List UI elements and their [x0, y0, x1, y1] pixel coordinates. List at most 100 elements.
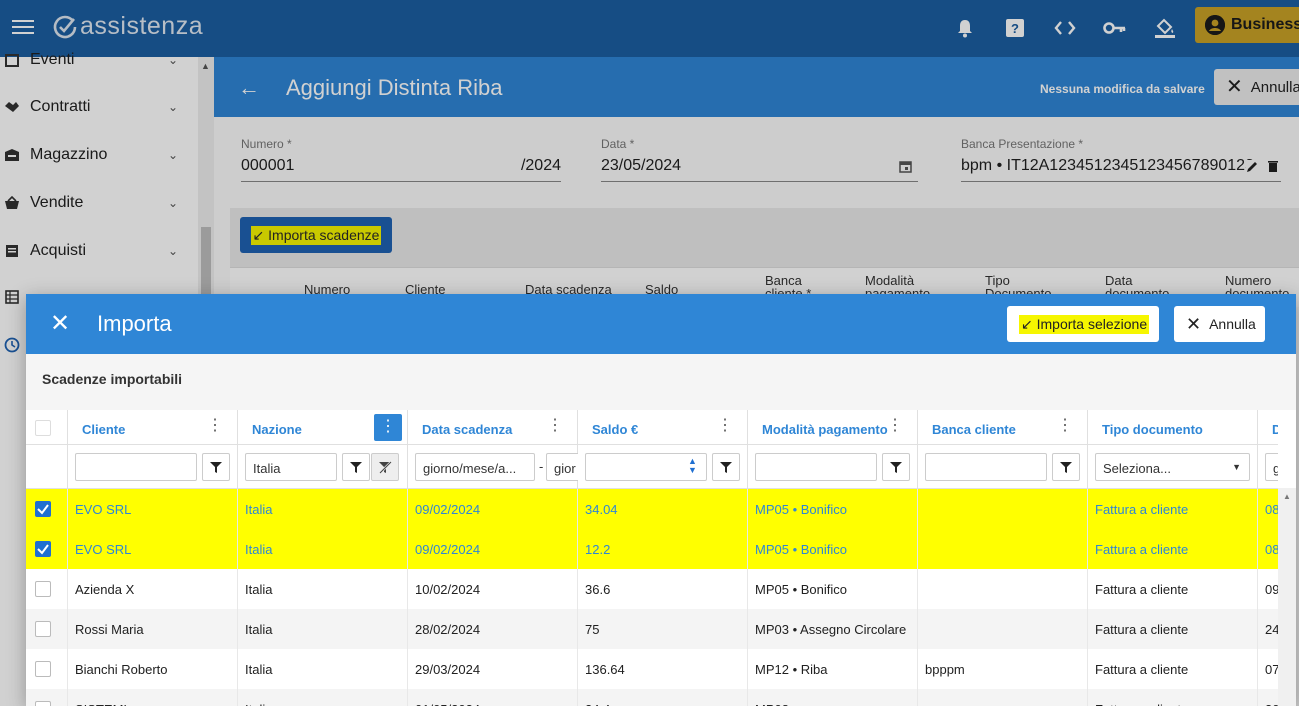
import-selection-button[interactable]: ↙ Importa selezione — [1007, 306, 1159, 342]
numero-label: Numero * — [241, 137, 292, 151]
edit-icon[interactable] — [1246, 160, 1259, 178]
import-grid: Cliente ⋮ Nazione ⋮ Data scadenza ⋮ Saldo €… — [26, 410, 1278, 706]
filter-modalita-input[interactable] — [755, 453, 877, 481]
cell-saldo: 34.04 — [578, 489, 748, 529]
data-value: 23/05/2024 — [601, 157, 682, 174]
filter-icon[interactable] — [202, 453, 230, 481]
grid-scrollbar[interactable]: ▲ — [1278, 488, 1296, 706]
filter-nazione-input[interactable]: Italia — [245, 453, 337, 481]
delete-icon[interactable] — [1267, 160, 1279, 178]
filter-icon[interactable] — [712, 453, 740, 481]
sidebar-item-eventi[interactable]: Eventi ⌄ — [0, 46, 196, 74]
filter-tipo: Seleziona... ▼ — [1088, 445, 1258, 489]
code-icon[interactable] — [1053, 16, 1077, 40]
more-vert-icon[interactable]: ⋮ — [374, 414, 402, 441]
cell-nazione: Italia — [238, 529, 408, 569]
filter-tipo-select[interactable]: Seleziona... ▼ — [1095, 453, 1250, 481]
more-vert-icon[interactable]: ⋮ — [547, 418, 563, 434]
col-saldo[interactable]: Saldo € ⋮ — [578, 410, 748, 445]
col-label: D — [1272, 422, 1278, 437]
cell-tipo: Fattura a cliente — [1088, 689, 1258, 706]
cell-saldo: 136.64 — [578, 649, 748, 689]
more-vert-icon[interactable]: ⋮ — [887, 418, 903, 434]
cell-saldo: 12.2 — [578, 529, 748, 569]
sidebar-item-magazzino[interactable]: Magazzino ⌄ — [0, 141, 196, 169]
close-icon[interactable]: ✕ — [50, 312, 70, 336]
sidebar-item-contratti[interactable]: Contratti ⌄ — [0, 93, 196, 121]
sidebar-item-vendite[interactable]: Vendite ⌄ — [0, 189, 196, 217]
check-circle-icon — [53, 15, 77, 38]
back-arrow-icon[interactable]: ← — [238, 75, 260, 101]
paint-bucket-icon[interactable] — [1153, 16, 1177, 40]
page-header: ← Aggiungi Distinta Riba Nessuna modific… — [214, 57, 1299, 117]
bell-icon[interactable] — [953, 16, 977, 40]
select-all-checkbox[interactable] — [35, 420, 51, 436]
sidebar-item-acquisti[interactable]: Acquisti ⌄ — [0, 237, 196, 265]
data-field[interactable]: Data * 23/05/2024 — [601, 137, 918, 182]
col-data-scadenza[interactable]: Data scadenza ⋮ — [408, 410, 578, 445]
table-row[interactable]: Bianchi Roberto Italia 29/03/2024 136.64 MP1… — [26, 649, 1278, 689]
cell-extra: 24 — [1258, 609, 1278, 649]
more-vert-icon[interactable]: ⋮ — [1057, 418, 1073, 434]
row-checkbox[interactable] — [35, 621, 51, 637]
row-checkbox[interactable] — [35, 701, 51, 706]
select-cell — [26, 569, 68, 609]
cell-extra: 07 — [1258, 649, 1278, 689]
modal-cancel-label: Annulla — [1209, 316, 1256, 332]
calendar-icon[interactable] — [899, 160, 912, 178]
cell-saldo: 75 — [578, 609, 748, 649]
filter-icon[interactable] — [1052, 453, 1080, 481]
number-stepper-icon[interactable]: ▲ ▼ — [688, 457, 697, 475]
filter-icon[interactable] — [882, 453, 910, 481]
col-banca[interactable]: Banca cliente ⋮ — [918, 410, 1088, 445]
menu-icon[interactable] — [12, 16, 34, 40]
key-icon[interactable] — [1103, 16, 1127, 40]
chevron-down-icon: ⌄ — [167, 100, 178, 114]
table-row[interactable]: Rossi Maria Italia 28/02/2024 75 MP03 • Asse… — [26, 609, 1278, 649]
modal-cancel-button[interactable]: ✕ Annulla — [1174, 306, 1265, 342]
logo[interactable]: assistenza — [52, 12, 203, 41]
col-modalita[interactable]: Modalità pagamento ⋮ — [748, 410, 918, 445]
table-row[interactable]: SISTEMIItalia01/05/202424.4MP08 • ... Fat… — [26, 689, 1278, 706]
numero-input[interactable]: 000001 /2024 — [241, 157, 561, 182]
col-label: Tipo documento — [1102, 422, 1203, 437]
help-icon[interactable]: ? — [1003, 16, 1027, 40]
more-vert-icon[interactable]: ⋮ — [717, 418, 733, 434]
col-tipo[interactable]: Tipo documento — [1088, 410, 1258, 445]
data-input[interactable]: 23/05/2024 — [601, 157, 918, 182]
numero-value: 000001 — [241, 157, 295, 174]
modal-title: Importa — [97, 311, 172, 336]
col-extra[interactable]: D — [1258, 410, 1278, 445]
scroll-up-icon[interactable]: ▲ — [1283, 492, 1291, 501]
row-checkbox[interactable] — [35, 661, 51, 677]
import-scadenze-button[interactable]: ↙ Importa scadenze — [240, 217, 392, 253]
filter-date-from[interactable]: giorno/mese/a... — [415, 453, 535, 481]
filter-cliente-input[interactable] — [75, 453, 197, 481]
filter-banca-input[interactable] — [925, 453, 1047, 481]
table-row[interactable]: EVO SRL Italia 09/02/2024 34.04 MP05 • Bonif… — [26, 489, 1278, 529]
filter-extra-input[interactable]: g — [1265, 453, 1278, 481]
business-button[interactable]: Business — [1195, 7, 1299, 43]
filter-icon[interactable] — [342, 453, 370, 481]
handshake-icon — [4, 99, 20, 115]
filter-cliente — [68, 445, 238, 489]
banca-field[interactable]: Banca Presentazione * bpm • IT12A1234512… — [961, 137, 1281, 182]
arrow-import-icon: ↙ — [1021, 315, 1037, 332]
more-vert-icon[interactable]: ⋮ — [207, 418, 223, 434]
row-checkbox[interactable] — [35, 501, 51, 517]
cancel-button[interactable]: ✕ Annulla — [1214, 69, 1299, 105]
col-cliente[interactable]: Cliente ⋮ — [68, 410, 238, 445]
scroll-up-icon[interactable]: ▲ — [201, 61, 210, 71]
clear-filter-icon[interactable] — [371, 453, 399, 481]
import-scadenze-text: Importa scadenze — [268, 226, 380, 243]
table-row[interactable]: Azienda X Italia 10/02/2024 36.6 MP05 • Boni… — [26, 569, 1278, 609]
select-cell — [26, 649, 68, 689]
row-checkbox[interactable] — [35, 541, 51, 557]
col-nazione[interactable]: Nazione ⋮ — [238, 410, 408, 445]
modal-header: ✕ Importa ↙ Importa selezione ✕ Annulla — [26, 294, 1296, 354]
numero-field[interactable]: Numero * 000001 /2024 — [241, 137, 561, 182]
row-checkbox[interactable] — [35, 581, 51, 597]
sidebar-item-label: Eventi — [30, 51, 75, 68]
table-row[interactable]: EVO SRL Italia 09/02/2024 12.2 MP05 • Bonifi… — [26, 529, 1278, 569]
banca-input[interactable]: bpm • IT12A12345123451234567890123 — [961, 157, 1281, 182]
